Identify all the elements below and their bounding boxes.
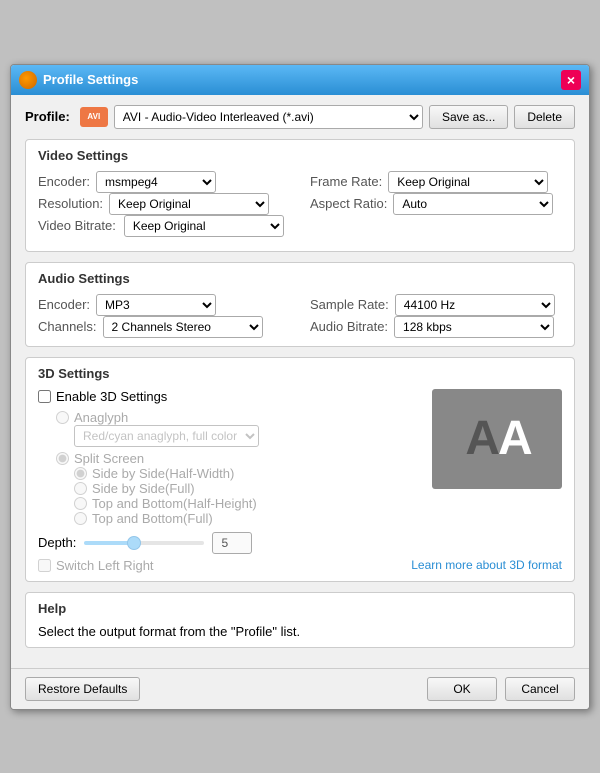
audio-encoder-select[interactable]: MP3 bbox=[96, 294, 216, 316]
encoder-group: Encoder: msmpeg4 bbox=[38, 171, 290, 193]
frame-rate-select[interactable]: Keep Original bbox=[388, 171, 548, 193]
encoder-label: Encoder: bbox=[38, 174, 90, 189]
audio-row1: Encoder: MP3 Sample Rate: 44100 Hz bbox=[38, 294, 562, 316]
switch-lr-row: Switch Left Right Learn more about 3D fo… bbox=[38, 558, 562, 573]
side-full-row: Side by Side(Full) bbox=[38, 481, 432, 496]
enable-3d-checkbox[interactable] bbox=[38, 390, 51, 403]
depth-row: Depth: bbox=[38, 532, 562, 554]
video-settings-title: Video Settings bbox=[38, 148, 562, 163]
video-row2: Resolution: Keep Original Aspect Ratio: … bbox=[38, 193, 562, 215]
ok-button[interactable]: OK bbox=[427, 677, 497, 701]
anaglyph-label[interactable]: Anaglyph bbox=[74, 410, 128, 425]
top-half-radio[interactable] bbox=[74, 497, 87, 510]
top-full-row: Top and Bottom(Full) bbox=[38, 511, 432, 526]
preview-letter-1: A bbox=[465, 411, 496, 466]
bottom-bar: Restore Defaults OK Cancel bbox=[11, 668, 589, 709]
split-screen-radio[interactable] bbox=[56, 452, 69, 465]
sample-rate-label: Sample Rate: bbox=[310, 297, 389, 312]
audio-settings-title: Audio Settings bbox=[38, 271, 562, 286]
side-half-row: Side by Side(Half-Width) bbox=[38, 466, 432, 481]
help-text: Select the output format from the "Profi… bbox=[38, 624, 562, 639]
preview-letter-2: A bbox=[498, 411, 529, 466]
sample-rate-select[interactable]: 44100 Hz bbox=[395, 294, 555, 316]
video-bitrate-row: Video Bitrate: Keep Original bbox=[38, 215, 562, 237]
top-half-row: Top and Bottom(Half-Height) bbox=[38, 496, 432, 511]
switch-lr-group: Switch Left Right bbox=[38, 558, 154, 573]
audio-bitrate-select[interactable]: 128 kbps bbox=[394, 316, 554, 338]
top-half-label[interactable]: Top and Bottom(Half-Height) bbox=[92, 496, 257, 511]
bottom-right-buttons: OK Cancel bbox=[427, 677, 575, 701]
3d-controls-left: Enable 3D Settings Anaglyph Red/cyan ana… bbox=[38, 389, 432, 526]
audio-encoder-group: Encoder: MP3 bbox=[38, 294, 290, 316]
settings-3d-section: 3D Settings Enable 3D Settings Anaglyph bbox=[25, 357, 575, 582]
resolution-select[interactable]: Keep Original bbox=[109, 193, 269, 215]
video-settings-section: Video Settings Encoder: msmpeg4 Frame Ra… bbox=[25, 139, 575, 252]
profile-settings-window: Profile Settings × Profile: AVI AVI - Au… bbox=[10, 64, 590, 710]
anaglyph-radio-row: Anaglyph bbox=[38, 410, 432, 425]
top-full-radio[interactable] bbox=[74, 512, 87, 525]
restore-defaults-button[interactable]: Restore Defaults bbox=[25, 677, 140, 701]
encoder-select[interactable]: msmpeg4 bbox=[96, 171, 216, 193]
video-row1: Encoder: msmpeg4 Frame Rate: Keep Origin… bbox=[38, 171, 562, 193]
preview-letters: A A bbox=[465, 411, 528, 466]
sample-rate-group: Sample Rate: 44100 Hz bbox=[310, 294, 562, 316]
3d-settings-title: 3D Settings bbox=[38, 366, 562, 381]
switch-lr-label[interactable]: Switch Left Right bbox=[56, 558, 154, 573]
anaglyph-select-row: Red/cyan anaglyph, full color bbox=[38, 425, 432, 447]
profile-format-icon: AVI bbox=[80, 107, 108, 127]
app-icon bbox=[19, 71, 37, 89]
audio-bitrate-label: Audio Bitrate: bbox=[310, 319, 388, 334]
top-full-label[interactable]: Top and Bottom(Full) bbox=[92, 511, 213, 526]
profile-select[interactable]: AVI - Audio-Video Interleaved (*.avi) bbox=[114, 105, 423, 129]
cancel-button[interactable]: Cancel bbox=[505, 677, 575, 701]
side-full-label[interactable]: Side by Side(Full) bbox=[92, 481, 195, 496]
audio-bitrate-group: Audio Bitrate: 128 kbps bbox=[310, 316, 562, 338]
frame-rate-group: Frame Rate: Keep Original bbox=[310, 171, 562, 193]
resolution-label: Resolution: bbox=[38, 196, 103, 211]
3d-preview-box: A A bbox=[432, 389, 562, 489]
video-bitrate-label: Video Bitrate: bbox=[38, 218, 116, 233]
split-screen-radio-row: Split Screen bbox=[38, 451, 432, 466]
help-section: Help Select the output format from the "… bbox=[25, 592, 575, 648]
channels-select[interactable]: 2 Channels Stereo bbox=[103, 316, 263, 338]
depth-input[interactable] bbox=[212, 532, 252, 554]
channels-label: Channels: bbox=[38, 319, 97, 334]
enable-3d-label[interactable]: Enable 3D Settings bbox=[56, 389, 167, 404]
depth-label: Depth: bbox=[38, 535, 76, 550]
audio-settings-section: Audio Settings Encoder: MP3 Sample Rate:… bbox=[25, 262, 575, 347]
audio-row2: Channels: 2 Channels Stereo Audio Bitrat… bbox=[38, 316, 562, 338]
help-title: Help bbox=[38, 601, 562, 616]
title-bar: Profile Settings × bbox=[11, 65, 589, 95]
depth-slider[interactable] bbox=[84, 541, 204, 545]
aspect-ratio-group: Aspect Ratio: Auto bbox=[310, 193, 562, 215]
resolution-group: Resolution: Keep Original bbox=[38, 193, 290, 215]
learn-more-link[interactable]: Learn more about 3D format bbox=[411, 558, 562, 572]
delete-button[interactable]: Delete bbox=[514, 105, 575, 129]
side-half-label[interactable]: Side by Side(Half-Width) bbox=[92, 466, 234, 481]
split-screen-label[interactable]: Split Screen bbox=[74, 451, 144, 466]
channels-group: Channels: 2 Channels Stereo bbox=[38, 316, 290, 338]
close-button[interactable]: × bbox=[561, 70, 581, 90]
aspect-ratio-label: Aspect Ratio: bbox=[310, 196, 387, 211]
aspect-ratio-select[interactable]: Auto bbox=[393, 193, 553, 215]
window-title: Profile Settings bbox=[43, 72, 561, 87]
enable-3d-row: Enable 3D Settings bbox=[38, 389, 432, 404]
save-as-button[interactable]: Save as... bbox=[429, 105, 508, 129]
side-full-radio[interactable] bbox=[74, 482, 87, 495]
audio-encoder-label: Encoder: bbox=[38, 297, 90, 312]
anaglyph-select[interactable]: Red/cyan anaglyph, full color bbox=[74, 425, 259, 447]
anaglyph-radio[interactable] bbox=[56, 411, 69, 424]
side-half-radio[interactable] bbox=[74, 467, 87, 480]
profile-label: Profile: bbox=[25, 109, 70, 124]
3d-top-area: Enable 3D Settings Anaglyph Red/cyan ana… bbox=[38, 389, 562, 526]
switch-lr-checkbox[interactable] bbox=[38, 559, 51, 572]
profile-row: Profile: AVI AVI - Audio-Video Interleav… bbox=[25, 105, 575, 129]
video-bitrate-select[interactable]: Keep Original bbox=[124, 215, 284, 237]
frame-rate-label: Frame Rate: bbox=[310, 174, 382, 189]
